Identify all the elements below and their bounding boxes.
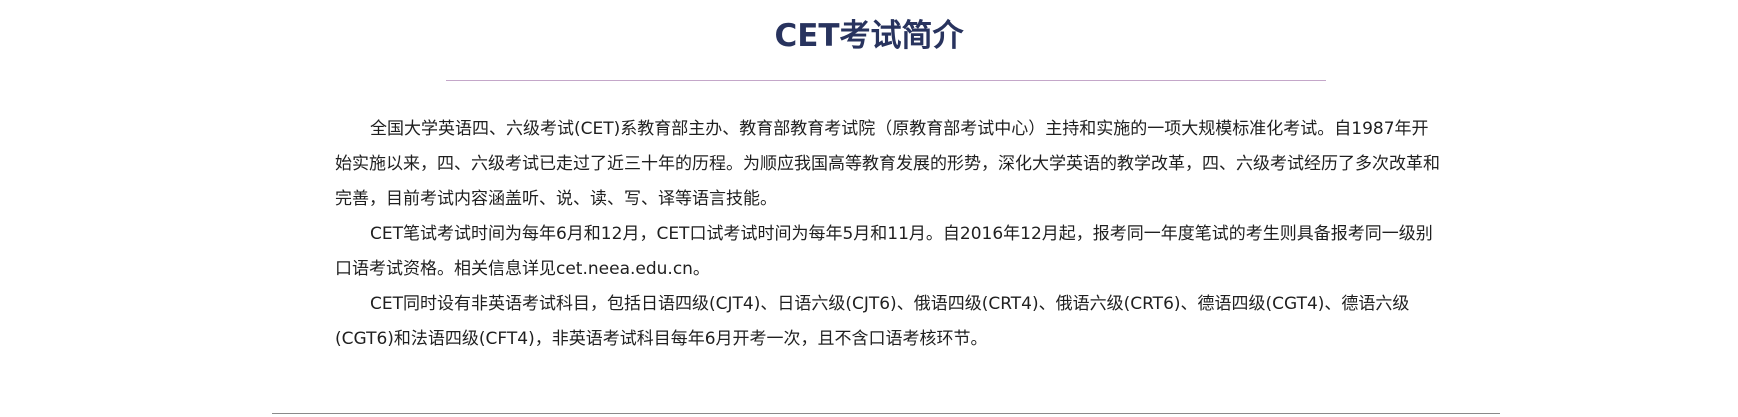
article-body: 全国大学英语四、六级考试(CET)系教育部主办、教育部教育考试院（原教育部考试中… <box>335 112 1445 357</box>
footer-divider <box>272 413 1500 414</box>
paragraph-schedule: CET笔试考试时间为每年6月和12月，CET口试考试时间为每年5月和11月。自2… <box>335 224 1433 279</box>
paragraph-non-english: CET同时设有非英语考试科目，包括日语四级(CJT4)、日语六级(CJT6)、俄… <box>335 294 1410 349</box>
page-title: CET考试简介 <box>774 18 964 54</box>
paragraph-intro: 全国大学英语四、六级考试(CET)系教育部主办、教育部教育考试院（原教育部考试中… <box>335 119 1440 209</box>
title-divider <box>446 80 1326 81</box>
